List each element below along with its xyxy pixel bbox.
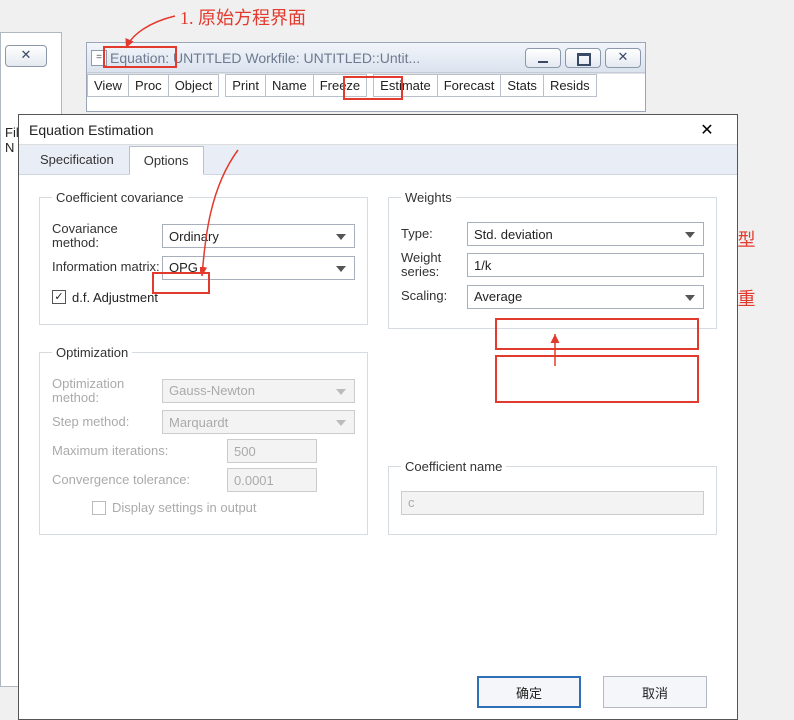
toolbar-print[interactable]: Print <box>225 74 266 97</box>
cov-method-combo[interactable]: Ordinary <box>162 224 355 248</box>
dialog-title: Equation Estimation <box>29 122 154 138</box>
max-iter-input: 500 <box>227 439 317 463</box>
toolbar-estimate[interactable]: Estimate <box>373 74 438 97</box>
cancel-button[interactable]: 取消 <box>603 676 707 708</box>
weight-type-label: Type: <box>401 227 467 241</box>
annotation-1: 1. 原始方程界面 <box>180 4 306 30</box>
step-method-label: Step method: <box>52 415 162 429</box>
minimize-button[interactable] <box>525 48 561 68</box>
tab-specification[interactable]: Specification <box>25 145 129 174</box>
weight-series-input[interactable]: 1/k <box>467 253 704 277</box>
toolbar-object[interactable]: Object <box>169 74 220 97</box>
max-iter-label: Maximum iterations: <box>52 444 227 458</box>
weight-scaling-combo[interactable]: Average <box>467 285 704 309</box>
equation-estimation-dialog: Equation Estimation ✕ Specification Opti… <box>18 114 738 720</box>
coefname-input: c <box>401 491 704 515</box>
coefficient-name-group: Coefficient name c <box>388 459 717 535</box>
toolbar-stats[interactable]: Stats <box>501 74 544 97</box>
weight-type-combo[interactable]: Std. deviation <box>467 222 704 246</box>
info-matrix-label: Information matrix: <box>52 260 162 274</box>
coefname-legend: Coefficient name <box>401 459 506 474</box>
weight-series-label: Weight series: <box>401 251 467 280</box>
toolbar-forecast[interactable]: Forecast <box>438 74 502 97</box>
equation-title-eq: Equation: <box>110 50 169 66</box>
df-adjust-label: d.f. Adjustment <box>72 290 158 305</box>
ok-button[interactable]: 确定 <box>477 676 581 708</box>
coefficient-covariance-group: Coefficient covariance Covariance method… <box>39 190 368 325</box>
display-settings-checkbox <box>92 501 106 515</box>
close-button[interactable]: ✕ <box>605 48 641 68</box>
equation-titlebar: = Equation: UNTITLED Workfile: UNTITLED:… <box>87 43 645 73</box>
conv-tol-input: 0.0001 <box>227 468 317 492</box>
opt-method-combo: Gauss-Newton <box>162 379 355 403</box>
tab-options[interactable]: Options <box>129 146 204 175</box>
toolbar-proc[interactable]: Proc <box>129 74 169 97</box>
close-icon[interactable]: ✕ <box>687 120 727 140</box>
display-settings-label: Display settings in output <box>112 500 257 515</box>
step-method-combo: Marquardt <box>162 410 355 434</box>
toolbar-freeze[interactable]: Freeze <box>314 74 367 97</box>
equation-icon: = <box>91 50 107 66</box>
toolbar-name[interactable]: Name <box>266 74 314 97</box>
toolbar-view[interactable]: View <box>87 74 129 97</box>
equation-window: = Equation: UNTITLED Workfile: UNTITLED:… <box>86 42 646 112</box>
weights-group: Weights Type: Std. deviation Weight seri… <box>388 190 717 329</box>
optimization-group: Optimization Optimization method: Gauss-… <box>39 345 368 536</box>
dialog-footer: 确定 取消 <box>19 665 737 719</box>
cov-method-label: Covariance method: <box>52 222 162 251</box>
close-button-bg[interactable]: ✕ <box>5 45 47 67</box>
equation-title-rest: UNTITLED Workfile: UNTITLED::Untit... <box>169 50 420 66</box>
df-adjust-checkbox[interactable]: ✓ <box>52 290 66 304</box>
weights-legend: Weights <box>401 190 456 205</box>
weight-scaling-label: Scaling: <box>401 289 467 303</box>
toolbar-resids[interactable]: Resids <box>544 74 597 97</box>
conv-tol-label: Convergence tolerance: <box>52 473 227 487</box>
opt-method-label: Optimization method: <box>52 377 162 406</box>
coef-cov-legend: Coefficient covariance <box>52 190 188 205</box>
dialog-tabs: Specification Options <box>19 145 737 175</box>
dialog-titlebar: Equation Estimation ✕ <box>19 115 737 145</box>
maximize-button[interactable] <box>565 48 601 68</box>
optimization-legend: Optimization <box>52 345 132 360</box>
equation-toolbar: View Proc Object Print Name Freeze Estim… <box>87 73 645 97</box>
info-matrix-combo[interactable]: OPG <box>162 256 355 280</box>
